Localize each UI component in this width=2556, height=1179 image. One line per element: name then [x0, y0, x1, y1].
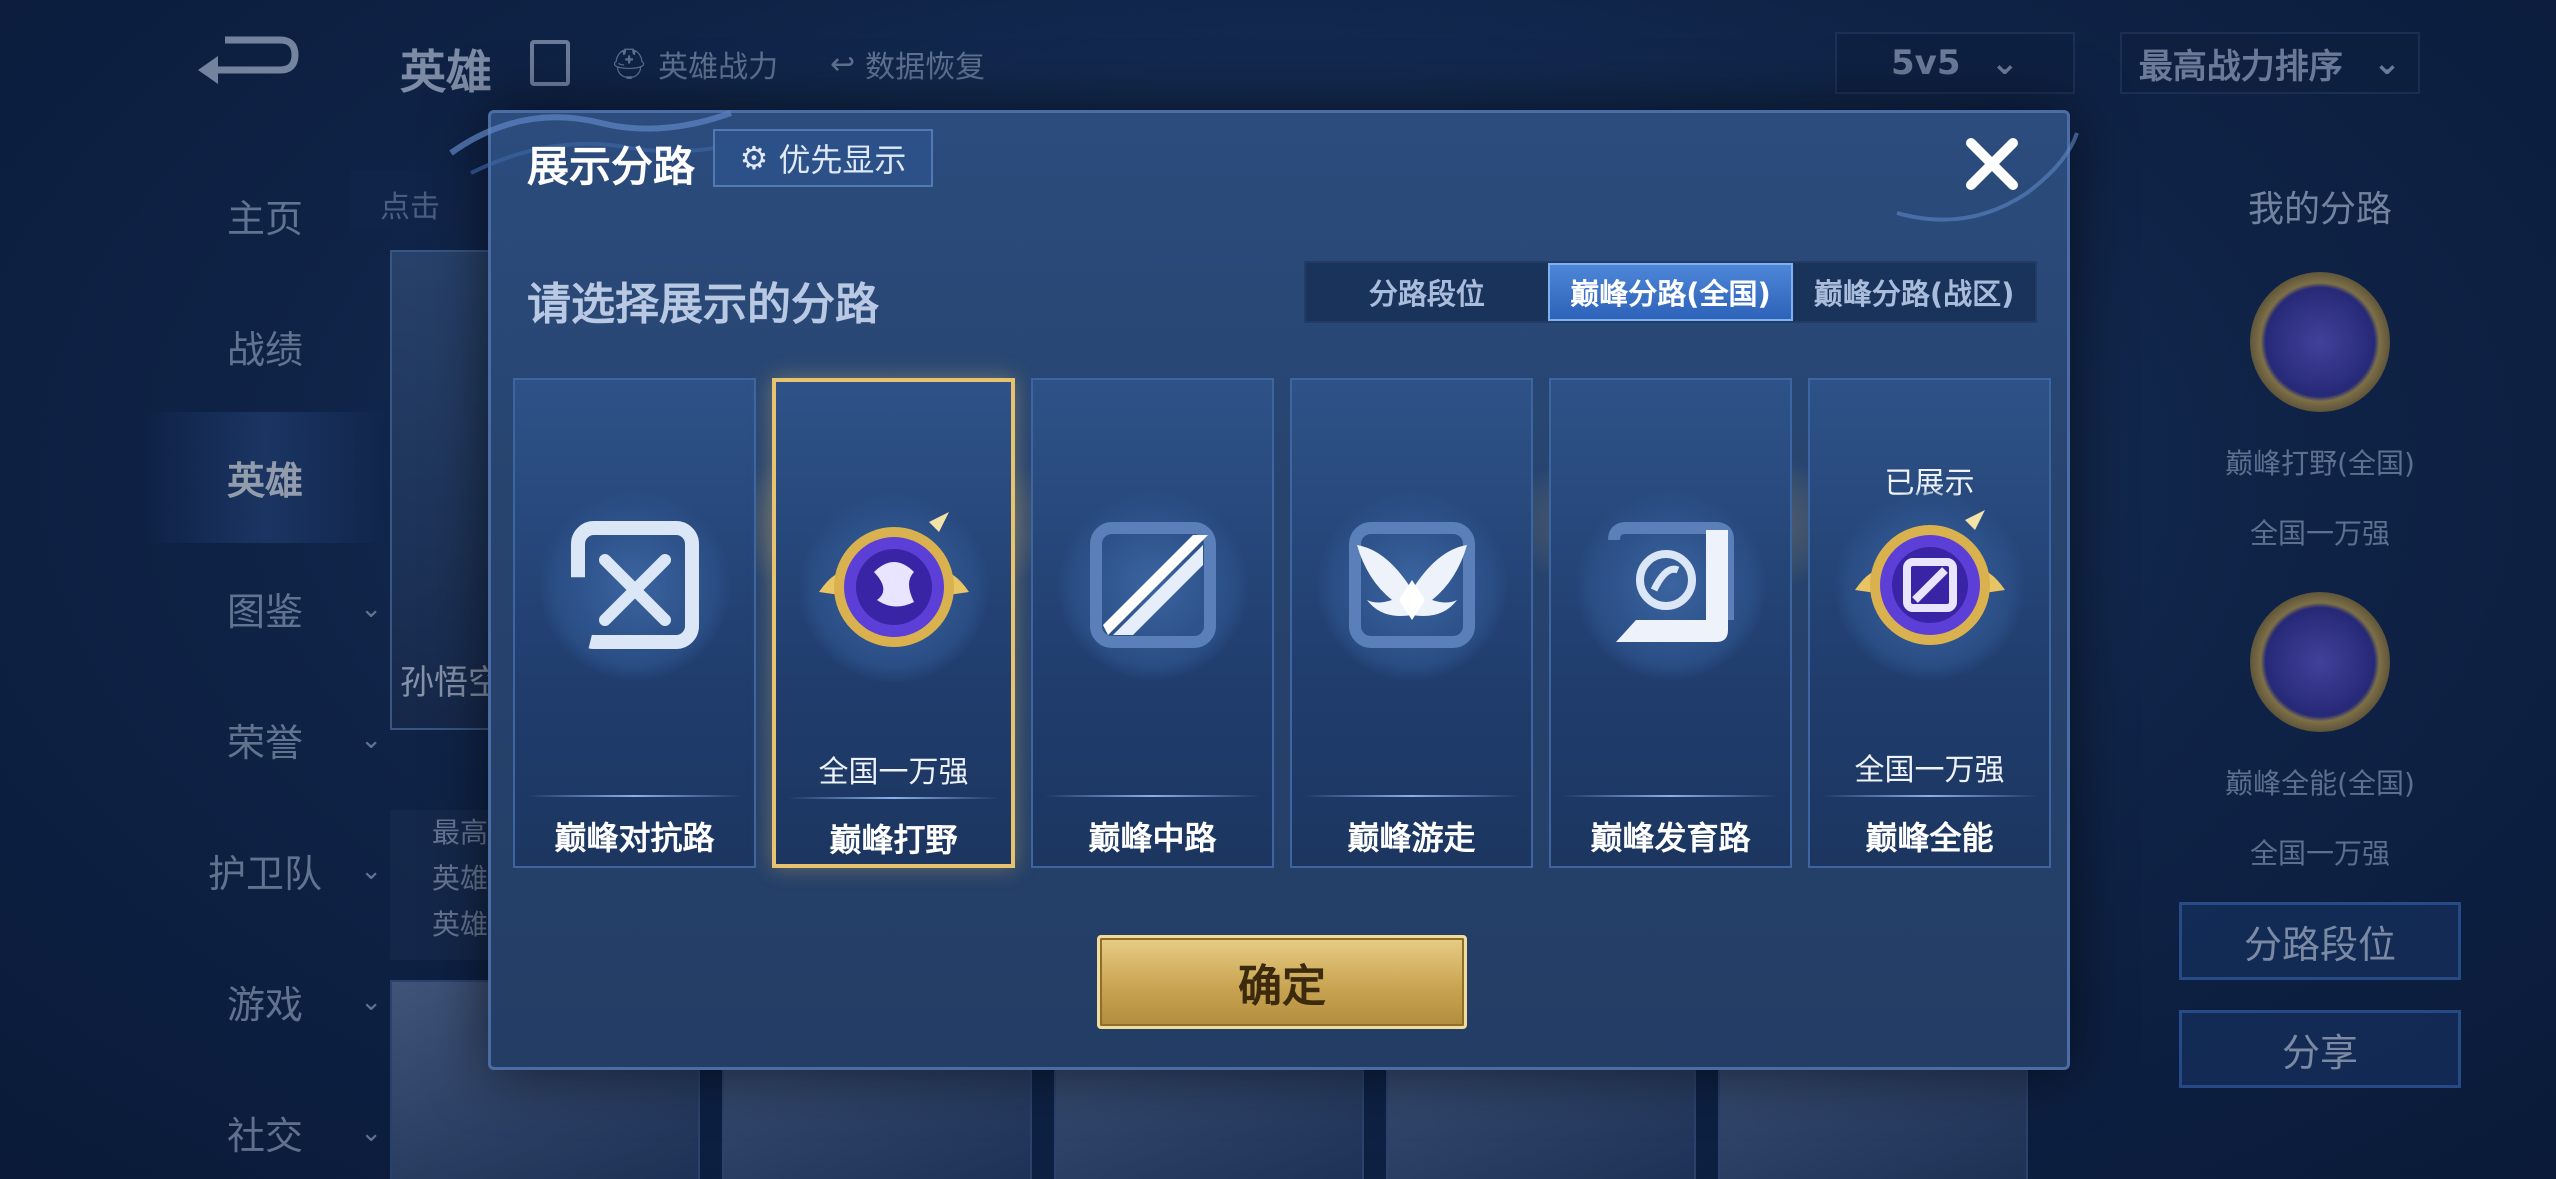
- lane-card-list: 巅峰对抗路 全国一万强 巅峰打野 巅峰中路 巅峰游走 巅峰发育路 已展示 全国一…: [513, 378, 2051, 868]
- lane-display-modal: 展示分路 ⚙ 优先显示 请选择展示的分路 分路段位 巅峰分路(全国) 巅峰分路(…: [449, 110, 2079, 1070]
- lane-card-clash[interactable]: 巅峰对抗路: [513, 378, 756, 868]
- jungle-medal-icon: [798, 492, 989, 682]
- card-divider: [527, 795, 742, 797]
- sidebar-item-label: 社交: [226, 1114, 303, 1158]
- sidebar-item-honor[interactable]: 荣誉 ⌄: [140, 674, 390, 805]
- card-divider: [1304, 795, 1519, 797]
- hero-info-line: 英雄: [432, 862, 489, 895]
- lane-card-all-round[interactable]: 已展示 全国一万强 巅峰全能: [1808, 378, 2051, 868]
- lane-name: 巅峰全能: [1865, 819, 1994, 857]
- card-divider: [1563, 795, 1778, 797]
- hero-power-label: 英雄战力: [658, 50, 779, 85]
- lane-card-mid[interactable]: 巅峰中路: [1031, 378, 1274, 868]
- lane-rank: 全国一万强: [818, 755, 969, 790]
- card-divider: [1822, 795, 2037, 797]
- sidebar-item-label: 英雄: [226, 459, 303, 503]
- hero-name: 孙悟空: [400, 663, 502, 703]
- hero-info-line: 最高: [432, 816, 489, 849]
- jungle-medal-icon: [2250, 272, 2390, 412]
- chevron-down-icon: ⌄: [360, 724, 382, 755]
- card-divider: [1045, 795, 1260, 797]
- chevron-down-icon: ⌄: [360, 855, 382, 886]
- sidebar-item-label: 游戏: [226, 983, 303, 1027]
- data-restore-link[interactable]: ↩ 数据恢复: [830, 42, 985, 86]
- all-round-medal-icon: [1834, 490, 2025, 680]
- priority-display-label: 优先显示: [778, 141, 907, 179]
- gear-icon: ⚙: [739, 139, 769, 177]
- modal-header: 展示分路 ⚙ 优先显示: [449, 110, 2079, 222]
- sidebar-item-label: 主页: [226, 197, 303, 241]
- roam-icon: [1316, 490, 1507, 680]
- hero-info-line: 英雄: [432, 908, 489, 941]
- lane-tabs: 分路段位 巅峰分路(全国) 巅峰分路(战区): [1304, 261, 2037, 323]
- document-icon[interactable]: [530, 40, 570, 86]
- sidebar-item-home[interactable]: 主页: [140, 150, 390, 281]
- sidebar-item-label: 护卫队: [207, 852, 322, 896]
- sort-value: 最高战力排序: [2138, 46, 2343, 87]
- sidebar-item-label: 荣誉: [226, 721, 303, 765]
- lane-card-roam[interactable]: 巅峰游走: [1290, 378, 1533, 868]
- sort-dropdown[interactable]: 最高战力排序 ⌄: [2120, 32, 2420, 94]
- clash-lane-icon: [539, 490, 730, 680]
- my-lanes-panel: 我的分路 巅峰打野(全国) 全国一万强 巅峰全能(全国) 全国一万强 分路段位 …: [2110, 150, 2530, 1088]
- all-round-medal-icon: [2250, 592, 2390, 732]
- chevron-down-icon: ⌄: [360, 593, 382, 624]
- data-restore-label: 数据恢复: [865, 50, 986, 85]
- lane-label: 巅峰打野(全国): [2225, 447, 2415, 480]
- tab-peak-national[interactable]: 巅峰分路(全国): [1547, 263, 1794, 321]
- lane-card-jungle[interactable]: 全国一万强 巅峰打野: [772, 378, 1015, 868]
- lane-name: 巅峰中路: [1088, 819, 1217, 857]
- sidebar-item-record[interactable]: 战绩: [140, 281, 390, 412]
- my-lanes-title: 我的分路: [2247, 189, 2392, 230]
- lane-rank: 全国一万强: [2249, 837, 2390, 870]
- tab-peak-region[interactable]: 巅峰分路(战区): [1793, 263, 2035, 321]
- lane-card-farm[interactable]: 巅峰发育路: [1549, 378, 1792, 868]
- mid-lane-icon: [1057, 490, 1248, 680]
- sidebar-item-codex[interactable]: 图鉴 ⌄: [140, 543, 390, 674]
- lane-label: 巅峰全能(全国): [2225, 767, 2415, 800]
- sidebar-item-hero[interactable]: 英雄: [140, 412, 390, 543]
- hero-power-link[interactable]: ⛑ 英雄战力: [610, 42, 778, 86]
- sidebar-item-guard[interactable]: 护卫队 ⌄: [140, 805, 390, 936]
- confirm-button[interactable]: 确定: [1097, 935, 1467, 1029]
- chevron-down-icon: ⌄: [2372, 43, 2402, 83]
- lane-rank: 全国一万强: [2249, 517, 2390, 550]
- mode-dropdown[interactable]: 5v5 ⌄: [1835, 32, 2075, 94]
- sidebar-item-social[interactable]: 社交 ⌄: [140, 1067, 390, 1179]
- chevron-down-icon: ⌄: [1990, 43, 2019, 83]
- sidebar: 主页 战绩 英雄 图鉴 ⌄ 荣誉 ⌄ 护卫队 ⌄ 游戏 ⌄ 社交 ⌄: [140, 150, 390, 1179]
- card-divider: [788, 797, 999, 799]
- hero-info-panel: 最高 英雄 英雄: [390, 810, 490, 960]
- sidebar-item-game[interactable]: 游戏 ⌄: [140, 936, 390, 1067]
- lane-name: 巅峰对抗路: [554, 819, 715, 857]
- close-icon[interactable]: [1957, 129, 2027, 199]
- helmet-icon: ⛑: [610, 46, 649, 82]
- back-arrow-icon[interactable]: [190, 30, 300, 90]
- modal-title: 展示分路: [527, 142, 696, 191]
- farm-lane-icon: [1575, 490, 1766, 680]
- lane-rank: 全国一万强: [1854, 753, 2005, 788]
- lane-name: 巅峰打野: [829, 821, 958, 859]
- tab-lane-rank[interactable]: 分路段位: [1306, 263, 1548, 321]
- share-button[interactable]: 分享: [2179, 1010, 2461, 1088]
- restore-icon: ↩: [830, 46, 856, 82]
- sidebar-item-label: 图鉴: [226, 590, 303, 634]
- lane-rank-button[interactable]: 分路段位: [2179, 902, 2461, 980]
- select-lane-prompt: 请选择展示的分路: [527, 279, 879, 330]
- chevron-down-icon: ⌄: [360, 986, 382, 1017]
- lane-name: 巅峰游走: [1347, 819, 1476, 857]
- priority-display-button[interactable]: ⚙ 优先显示: [713, 129, 933, 187]
- lane-name: 巅峰发育路: [1590, 819, 1751, 857]
- chevron-down-icon: ⌄: [360, 1117, 382, 1148]
- mode-value: 5v5: [1891, 43, 1961, 83]
- sidebar-item-label: 战绩: [226, 328, 303, 372]
